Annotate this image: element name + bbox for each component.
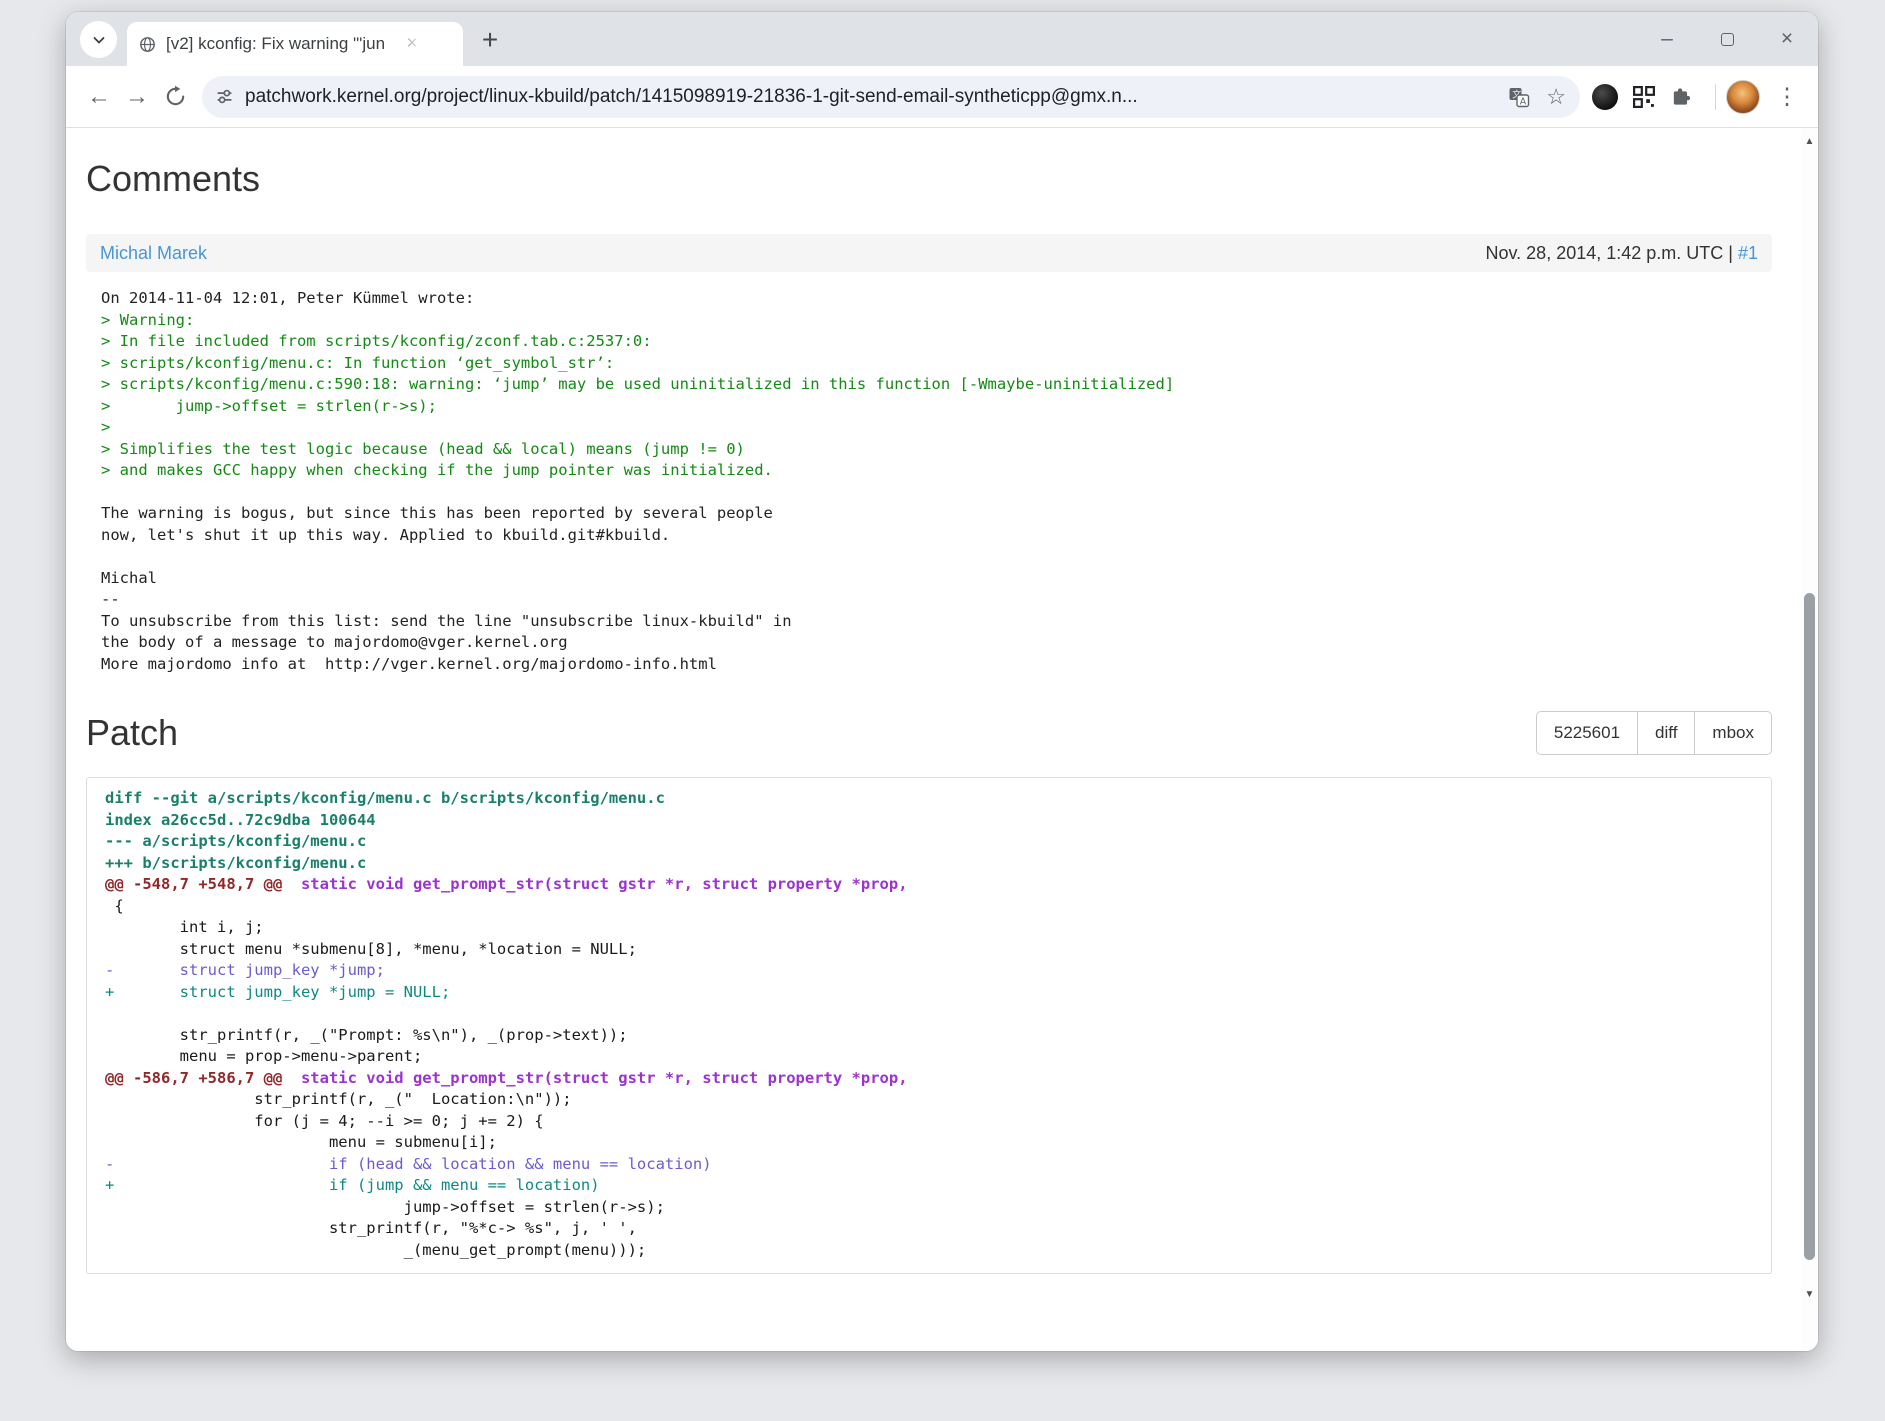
comment-line: > jump->offset = strlen(r->s); [101, 396, 1772, 418]
comment-line [101, 546, 1772, 568]
extensions-area [1592, 84, 1693, 110]
diff-line: str_printf(r, _(" Location:\n")); [105, 1089, 1761, 1111]
extensions-puzzle-icon[interactable] [1670, 85, 1693, 108]
diff-line: - struct jump_key *jump; [105, 960, 1761, 982]
diff-line: jump->offset = strlen(r->s); [105, 1197, 1761, 1219]
maximize-button[interactable] [1710, 22, 1744, 56]
scrollbar[interactable]: ▲ ▼ [1801, 128, 1818, 1351]
scroll-down-arrow[interactable]: ▼ [1801, 1287, 1818, 1303]
comment-meta-bar: Michal Marek Nov. 28, 2014, 1:42 p.m. UT… [86, 234, 1772, 272]
comment-line: On 2014-11-04 12:01, Peter Kümmel wrote: [101, 288, 1772, 310]
diff-line: struct menu *submenu[8], *menu, *locatio… [105, 939, 1761, 961]
comment-line: > Warning: [101, 310, 1772, 332]
window-controls: – × [1650, 12, 1804, 66]
comment-line: > and makes GCC happy when checking if t… [101, 460, 1772, 482]
omnibox-actions: 文 A ☆ [1508, 84, 1566, 110]
tab-search-button[interactable] [80, 21, 117, 58]
scroll-up-arrow[interactable]: ▲ [1801, 134, 1818, 150]
reload-icon [164, 85, 187, 108]
patch-heading: Patch [86, 712, 178, 754]
comment-date: Nov. 28, 2014, 1:42 p.m. UTC [1486, 243, 1724, 263]
comment-line: > scripts/kconfig/menu.c:590:18: warning… [101, 374, 1772, 396]
profile-avatar[interactable] [1726, 80, 1760, 114]
reload-button[interactable] [156, 78, 194, 116]
comment-separator: | [1723, 243, 1738, 263]
comment-body: On 2014-11-04 12:01, Peter Kümmel wrote:… [101, 288, 1772, 675]
patch-header-row: Patch 5225601diffmbox [86, 711, 1772, 755]
comment-line: > Simplifies the test logic because (hea… [101, 439, 1772, 461]
comment-author-link[interactable]: Michal Marek [100, 243, 207, 264]
browser-window: [v2] kconfig: Fix warning "'jun × + – × … [66, 12, 1818, 1351]
tab-title: [v2] kconfig: Fix warning "'jun [166, 34, 398, 54]
comment-line: > [101, 417, 1772, 439]
comment-timestamp: Nov. 28, 2014, 1:42 p.m. UTC | #1 [1486, 243, 1759, 264]
diff-line: diff --git a/scripts/kconfig/menu.c b/sc… [105, 788, 1761, 810]
active-tab[interactable]: [v2] kconfig: Fix warning "'jun × [127, 22, 463, 66]
diff-line: - if (head && location && menu == locati… [105, 1154, 1761, 1176]
browser-menu-kebab-icon[interactable]: ⋮ [1774, 83, 1800, 110]
diff-line: --- a/scripts/kconfig/menu.c [105, 831, 1761, 853]
diff-line: @@ -586,7 +586,7 @@ static void get_prom… [105, 1068, 1761, 1090]
diff-line: + if (jump && menu == location) [105, 1175, 1761, 1197]
diff-line: { [105, 896, 1761, 918]
diff-line: menu = prop->menu->parent; [105, 1046, 1761, 1068]
maximize-icon [1721, 33, 1734, 46]
patchwork-page: Comments Michal Marek Nov. 28, 2014, 1:4… [66, 128, 1818, 1351]
diff-line: @@ -548,7 +548,7 @@ static void get_prom… [105, 874, 1761, 896]
diff-line: +++ b/scripts/kconfig/menu.c [105, 853, 1761, 875]
site-settings-tune-icon[interactable] [216, 88, 233, 105]
comment-line: the body of a message to majordomo@vger.… [101, 632, 1772, 654]
patch-id-button[interactable]: 5225601 [1536, 711, 1638, 755]
comment-line: More majordomo info at http://vger.kerne… [101, 654, 1772, 676]
diff-line: index a26cc5d..72c9dba 100644 [105, 810, 1761, 832]
globe-favicon-icon [139, 36, 156, 53]
patch-button-group: 5225601diffmbox [1536, 711, 1772, 755]
svg-text:A: A [1520, 96, 1527, 107]
new-tab-button[interactable]: + [473, 23, 507, 57]
diff-content: diff --git a/scripts/kconfig/menu.c b/sc… [86, 777, 1772, 1274]
scrollbar-thumb[interactable] [1804, 593, 1815, 1260]
comment-line: > In file included from scripts/kconfig/… [101, 331, 1772, 353]
comment-anchor-link[interactable]: #1 [1738, 243, 1758, 263]
minimize-button[interactable]: – [1650, 22, 1684, 56]
toolbar-divider [1715, 84, 1716, 110]
diff-line: _(menu_get_prompt(menu))); [105, 1240, 1761, 1262]
back-button[interactable]: ← [80, 78, 118, 116]
browser-toolbar: ← → patchwork.kernel.org/project/linux-k… [66, 66, 1818, 128]
diff-line: for (j = 4; --i >= 0; j += 2) { [105, 1111, 1761, 1133]
diff-line: + struct jump_key *jump = NULL; [105, 982, 1761, 1004]
close-window-button[interactable]: × [1770, 22, 1804, 56]
comment-line [101, 482, 1772, 504]
bookmark-star-icon[interactable]: ☆ [1546, 84, 1566, 110]
tab-strip: [v2] kconfig: Fix warning "'jun × + – × [66, 12, 1818, 66]
diff-line: int i, j; [105, 917, 1761, 939]
comment-line: -- [101, 589, 1772, 611]
comment-line: now, let's shut it up this way. Applied … [101, 525, 1772, 547]
comments-heading: Comments [86, 158, 1772, 200]
comment-line: The warning is bogus, but since this has… [101, 503, 1772, 525]
diff-line: str_printf(r, "%*c-> %s", j, ' ', [105, 1218, 1761, 1240]
mbox-button[interactable]: mbox [1694, 711, 1772, 755]
extension-dark-circle-icon[interactable] [1592, 84, 1618, 110]
comment-line: To unsubscribe from this list: send the … [101, 611, 1772, 633]
tab-title-fade [393, 30, 429, 58]
diff-button[interactable]: diff [1637, 711, 1695, 755]
diff-line [105, 1003, 1761, 1025]
translate-icon[interactable]: 文 A [1508, 86, 1530, 108]
comment-line: Michal [101, 568, 1772, 590]
forward-button[interactable]: → [118, 78, 156, 116]
diff-line: str_printf(r, _("Prompt: %s\n"), _(prop-… [105, 1025, 1761, 1047]
qr-extension-icon[interactable] [1633, 86, 1655, 108]
page-content: Comments Michal Marek Nov. 28, 2014, 1:4… [66, 128, 1818, 1351]
address-bar[interactable]: patchwork.kernel.org/project/linux-kbuil… [202, 76, 1580, 118]
comment-line: > scripts/kconfig/menu.c: In function ‘g… [101, 353, 1772, 375]
chevron-down-icon [91, 32, 107, 48]
url-text[interactable]: patchwork.kernel.org/project/linux-kbuil… [245, 86, 1498, 108]
diff-line: menu = submenu[i]; [105, 1132, 1761, 1154]
